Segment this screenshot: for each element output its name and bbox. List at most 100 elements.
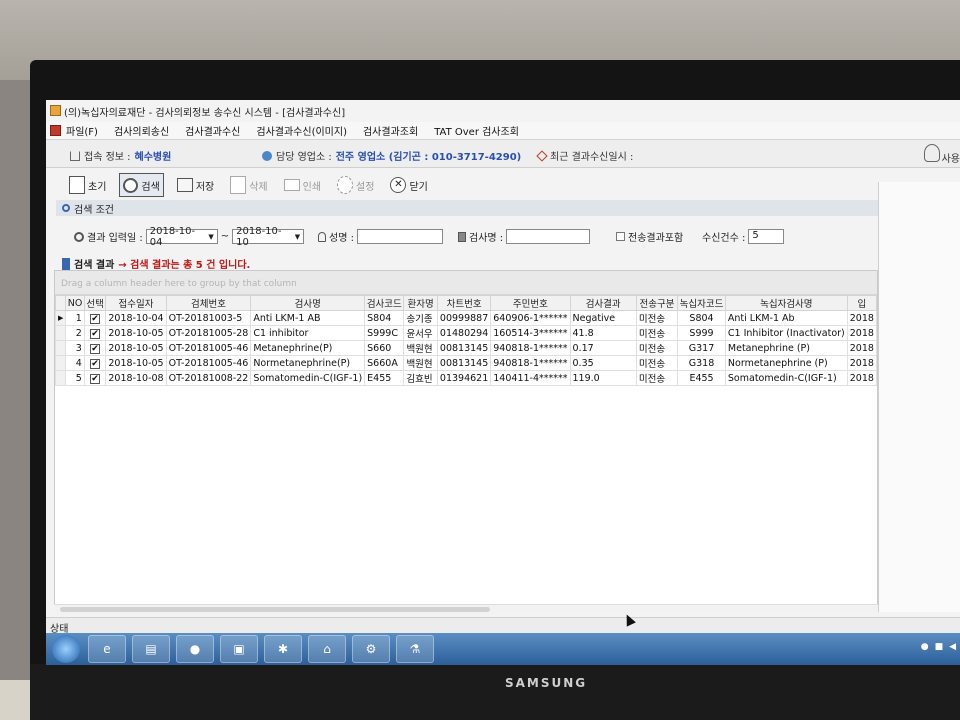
cell-select[interactable]: ✔ bbox=[83, 355, 107, 371]
row-checkbox[interactable]: ✔ bbox=[90, 328, 101, 339]
folder-icon[interactable]: ▤ bbox=[132, 635, 170, 663]
internet-explorer-icon[interactable]: e bbox=[88, 635, 126, 663]
date-from-dropdown[interactable]: 2018-10-04 ▼ bbox=[145, 226, 218, 248]
column-header[interactable]: 검사명 bbox=[250, 295, 366, 311]
date-range: 결과 입력일 : 2018-10-04 ▼ ~ 2018-10-10 ▼ bbox=[74, 226, 305, 248]
menu-result-receive-image[interactable]: 검사결과수신(이미지) bbox=[256, 123, 347, 138]
column-header[interactable]: 검사코드 bbox=[364, 295, 405, 311]
new-button[interactable]: 초기 bbox=[66, 173, 109, 197]
column-header[interactable]: 주민번호 bbox=[490, 295, 571, 311]
user-label[interactable]: 사용 bbox=[942, 150, 960, 165]
monitor-brand: SAMSUNG bbox=[505, 676, 588, 690]
trash-icon bbox=[230, 176, 247, 194]
medical-icon[interactable]: ✱ bbox=[264, 635, 302, 663]
column-header[interactable]: 차트번호 bbox=[436, 295, 492, 311]
row-indicator bbox=[55, 370, 67, 386]
menu-result-query[interactable]: 검사결과조회 bbox=[363, 123, 418, 138]
chemistry-icon[interactable]: ⚗ bbox=[396, 635, 434, 663]
cell-patient-name: 백원현 bbox=[403, 340, 438, 356]
horizontal-scrollbar[interactable] bbox=[54, 604, 878, 614]
count-value[interactable]: 5 bbox=[748, 229, 785, 244]
monitor-bottom-bezel bbox=[30, 664, 960, 720]
settings-button[interactable]: 설정 bbox=[334, 173, 377, 197]
gear-icon bbox=[337, 176, 354, 194]
include-sent-checkbox[interactable] bbox=[616, 232, 625, 241]
column-header[interactable]: 접수일자 bbox=[105, 295, 167, 311]
column-header[interactable]: 전송구분 bbox=[635, 295, 679, 311]
row-indicator bbox=[55, 340, 67, 356]
row-checkbox[interactable]: ✔ bbox=[90, 373, 101, 384]
close-button[interactable]: ✕ 닫기 bbox=[387, 173, 430, 197]
cell-patient-name: 김효빈 bbox=[403, 370, 438, 386]
menu-request-send[interactable]: 검사의뢰송신 bbox=[114, 123, 169, 138]
column-header[interactable]: 선택 bbox=[83, 295, 107, 311]
table-row[interactable]: 3 ✔ 2018-10-05 OT-20181005-46 Metanephri… bbox=[55, 340, 877, 356]
user-icon[interactable] bbox=[924, 144, 940, 162]
desk-paper bbox=[0, 680, 30, 720]
row-checkbox[interactable]: ✔ bbox=[90, 313, 101, 324]
table-row[interactable]: 5 ✔ 2018-10-08 OT-20181008-22 Somatomedi… bbox=[55, 370, 877, 386]
connection-value: 혜수병원 bbox=[134, 152, 172, 163]
cell-chart-no: 00999887 bbox=[436, 310, 492, 326]
scrollbar-thumb[interactable] bbox=[60, 607, 490, 612]
cell-select[interactable]: ✔ bbox=[83, 310, 107, 326]
cell-specimen-no: OT-20181005-46 bbox=[165, 355, 252, 371]
table-row[interactable]: ▶ 1 ✔ 2018-10-04 OT-20181003-5 Anti LKM-… bbox=[55, 310, 877, 326]
column-header[interactable]: 입 bbox=[846, 295, 877, 311]
connection-label: 접속 정보 : bbox=[84, 152, 131, 163]
test-input[interactable] bbox=[506, 229, 591, 244]
search-button[interactable]: 검색 bbox=[119, 173, 164, 197]
row-checkbox[interactable]: ✔ bbox=[90, 343, 101, 354]
cell-select[interactable]: ✔ bbox=[83, 325, 107, 341]
cell-gc-test-name: Somatomedin-C(IGF-1) bbox=[724, 370, 848, 386]
cell-patient-name: 백원현 bbox=[403, 355, 438, 371]
start-button[interactable] bbox=[52, 635, 80, 663]
cell-result: 0.17 bbox=[569, 340, 637, 356]
cell-gc-code: S804 bbox=[677, 310, 726, 326]
cell-gc-code: S999 bbox=[677, 325, 726, 341]
cell-resident-no: 640906-1****** bbox=[490, 310, 571, 326]
cell-patient-name: 윤서우 bbox=[403, 325, 438, 341]
menu-app-icon[interactable] bbox=[50, 125, 61, 136]
network-icon[interactable]: ● bbox=[921, 642, 929, 652]
menu-result-receive[interactable]: 검사결과수신 bbox=[185, 123, 240, 138]
cell-gc-test-name: Normetanephrine (P) bbox=[724, 355, 848, 371]
app-logo-icon bbox=[50, 105, 61, 116]
search-label: 검색 bbox=[141, 181, 160, 193]
cell-select[interactable]: ✔ bbox=[83, 340, 107, 356]
menu-tat-over[interactable]: TAT Over 검사조회 bbox=[434, 123, 519, 138]
print-button[interactable]: 인쇄 bbox=[281, 173, 324, 197]
include-sent-option[interactable]: 전송결과포함 bbox=[616, 229, 683, 244]
row-indicator bbox=[55, 325, 67, 341]
column-header[interactable]: 녹십자검사명 bbox=[724, 295, 848, 311]
delete-button[interactable]: 삭제 bbox=[227, 173, 270, 197]
column-header[interactable]: 환자명 bbox=[403, 295, 438, 311]
connection-info: 접속 정보 : 혜수병원 bbox=[70, 148, 171, 163]
table-row[interactable]: 2 ✔ 2018-10-05 OT-20181005-28 C1 inhibit… bbox=[55, 325, 877, 341]
app-icon[interactable]: ▣ bbox=[220, 635, 258, 663]
volume-icon[interactable]: ◀ bbox=[949, 642, 956, 652]
include-sent-label: 전송결과포함 bbox=[628, 233, 684, 244]
system-tray[interactable]: ● ■ ◀ bbox=[921, 642, 956, 652]
cell-select[interactable]: ✔ bbox=[83, 370, 107, 386]
cell-test-name: C1 inhibitor bbox=[250, 325, 366, 341]
cell-send-status: 미전송 bbox=[635, 325, 679, 341]
name-label: 성명 : bbox=[329, 233, 354, 244]
row-checkbox[interactable]: ✔ bbox=[90, 358, 101, 369]
shield-icon[interactable]: ■ bbox=[935, 642, 944, 652]
column-header[interactable]: 녹십자코드 bbox=[677, 295, 726, 311]
column-header[interactable]: NO bbox=[65, 295, 85, 311]
cell-receipt-date: 2018-10-05 bbox=[105, 355, 167, 371]
date-to-dropdown[interactable]: 2018-10-10 ▼ bbox=[232, 226, 305, 248]
results-grid: Drag a column header here to group by th… bbox=[54, 270, 878, 610]
menu-file[interactable]: 파일(F) bbox=[66, 123, 98, 138]
save-button[interactable]: 저장 bbox=[174, 173, 217, 197]
tool-icon[interactable]: ⚙ bbox=[352, 635, 390, 663]
media-icon[interactable]: ● bbox=[176, 635, 214, 663]
table-row[interactable]: 4 ✔ 2018-10-05 OT-20181005-46 Normetanep… bbox=[55, 355, 877, 371]
column-header[interactable]: 검체번호 bbox=[165, 295, 252, 311]
column-header[interactable]: 검사결과 bbox=[569, 295, 637, 311]
name-input[interactable] bbox=[356, 229, 443, 244]
lab-icon[interactable]: ⌂ bbox=[308, 635, 346, 663]
cell-send-status: 미전송 bbox=[635, 340, 679, 356]
